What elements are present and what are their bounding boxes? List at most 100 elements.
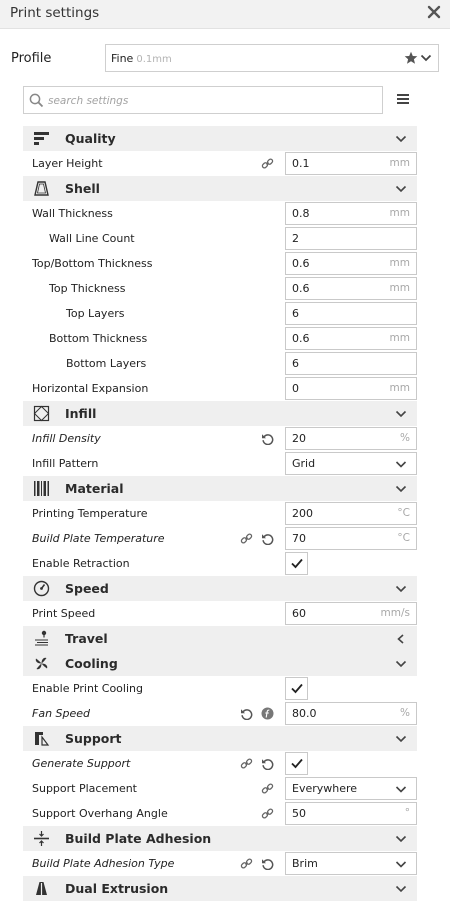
setting-input[interactable]: 80.0% (285, 702, 417, 725)
reset-icon[interactable] (261, 757, 274, 770)
setting-input[interactable]: 20% (285, 427, 417, 450)
chevron-down-icon (395, 185, 407, 193)
close-icon[interactable] (426, 4, 442, 20)
setting-value: 50 (292, 807, 306, 820)
search-icon (29, 93, 44, 108)
setting-input[interactable]: 0.6 mm (285, 327, 417, 350)
cooling-icon (35, 657, 48, 670)
profile-label: Profile (11, 51, 52, 66)
window-title: Print settings (10, 5, 100, 21)
setting-value: 2 (292, 232, 299, 245)
setting-unit: % (400, 707, 410, 719)
setting-value: 6 (292, 357, 299, 370)
setting-row: Enable Print Cooling (0, 676, 450, 701)
setting-value: 0 (292, 382, 299, 395)
setting-unit: mm (389, 257, 410, 269)
category-infill[interactable]: Infill (23, 401, 417, 426)
chevron-down-icon (395, 660, 407, 668)
category-quality[interactable]: Quality (23, 126, 417, 151)
setting-input[interactable]: 6 (285, 352, 417, 375)
setting-value: Grid (292, 457, 316, 470)
setting-value: 70 (292, 532, 306, 545)
reset-icon[interactable] (240, 707, 253, 720)
chevron-left-icon (397, 634, 404, 644)
category-label: Infill (65, 406, 97, 421)
category-build-plate-adhesion[interactable]: Build Plate Adhesion (23, 826, 417, 851)
setting-label: Enable Print Cooling (32, 682, 143, 695)
setting-row: Bottom Layers 6 (0, 351, 450, 376)
setting-unit: mm/s (380, 607, 410, 619)
category-shell[interactable]: Shell (23, 176, 417, 201)
category-material[interactable]: Material (23, 476, 417, 501)
setting-checkbox[interactable] (285, 677, 308, 700)
setting-row: Printing Temperature 200 °C (0, 501, 450, 526)
category-support[interactable]: Support (23, 726, 417, 751)
setting-checkbox[interactable] (285, 552, 308, 575)
setting-dropdown[interactable]: Everywhere (285, 777, 417, 800)
setting-label: Layer Height (32, 157, 103, 170)
material-icon (34, 481, 49, 496)
category-label: Travel (65, 631, 108, 646)
setting-value: 0.6 (292, 257, 310, 270)
category-travel[interactable]: Travel (23, 626, 417, 651)
category-label: Speed (65, 581, 109, 596)
setting-row: Infill Pattern Grid (0, 451, 450, 476)
reset-icon[interactable] (261, 857, 274, 870)
profile-name: Fine 0.1mm (111, 52, 172, 65)
linked-extruders-icon (240, 858, 253, 869)
setting-row: Infill Density 20% (0, 426, 450, 451)
star-icon (404, 51, 418, 64)
setting-label: Fan Speed (32, 707, 91, 720)
search-box (23, 86, 383, 114)
setting-label: Support Placement (32, 782, 137, 795)
setting-checkbox[interactable] (285, 752, 308, 775)
setting-label: Generate Support (32, 757, 131, 770)
setting-dropdown[interactable]: Brim (285, 852, 417, 875)
reset-icon[interactable] (261, 532, 274, 545)
category-speed[interactable]: Speed (23, 576, 417, 601)
setting-row: Horizontal Expansion 0 mm (0, 376, 450, 401)
setting-unit: % (400, 432, 410, 444)
setting-unit: mm (389, 207, 410, 219)
chevron-down-icon (395, 585, 407, 593)
profile-dropdown[interactable]: Fine 0.1mm (105, 44, 439, 72)
category-cooling[interactable]: Cooling (23, 651, 417, 676)
setting-input[interactable]: 60 mm/s (285, 602, 417, 625)
setting-dropdown[interactable]: Grid (285, 452, 417, 475)
setting-input[interactable]: 6 (285, 302, 417, 325)
settings-list: Quality Layer Height 0.1 mm Shell Wall Thickn… (0, 126, 450, 901)
setting-label: Printing Temperature (32, 507, 148, 520)
setting-row: Wall Line Count 2 (0, 226, 450, 251)
category-label: Material (65, 481, 124, 496)
chevron-down-icon (395, 835, 407, 843)
setting-label: Top/Bottom Thickness (32, 257, 153, 270)
setting-label: Build Plate Temperature (32, 532, 165, 545)
quality-icon (34, 132, 49, 145)
setting-input[interactable]: 70 °C (285, 527, 417, 550)
category-dual-extrusion[interactable]: Dual Extrusion (23, 876, 417, 901)
setting-unit: mm (389, 157, 410, 169)
reset-icon[interactable] (261, 432, 274, 445)
setting-label: Infill Pattern (32, 457, 99, 470)
settings-menu-icon[interactable] (396, 92, 410, 106)
linked-extruders-icon (261, 158, 274, 169)
setting-row: Support Placement Everywhere (0, 776, 450, 801)
search-input[interactable] (46, 91, 370, 111)
setting-input[interactable]: 0.6 mm (285, 277, 417, 300)
setting-input[interactable]: 0.6 mm (285, 252, 417, 275)
setting-input[interactable]: 2 (285, 227, 417, 250)
speed-icon (33, 580, 50, 597)
setting-input[interactable]: 0.1 mm (285, 152, 417, 175)
chevron-down-icon (395, 135, 407, 143)
setting-row: Bottom Thickness 0.6 mm (0, 326, 450, 351)
setting-row: Build Plate Adhesion Type Brim (0, 851, 450, 876)
checkmark-icon (291, 683, 303, 694)
setting-input[interactable]: 0.8 mm (285, 202, 417, 225)
setting-label: Top Layers (66, 307, 125, 320)
setting-input[interactable]: 0 mm (285, 377, 417, 400)
setting-value: Everywhere (292, 782, 358, 795)
setting-input[interactable]: 50 ° (285, 802, 417, 825)
dual-extrusion-icon (36, 882, 47, 895)
setting-input[interactable]: 200 °C (285, 502, 417, 525)
title-bar: Print settings (0, 0, 450, 29)
